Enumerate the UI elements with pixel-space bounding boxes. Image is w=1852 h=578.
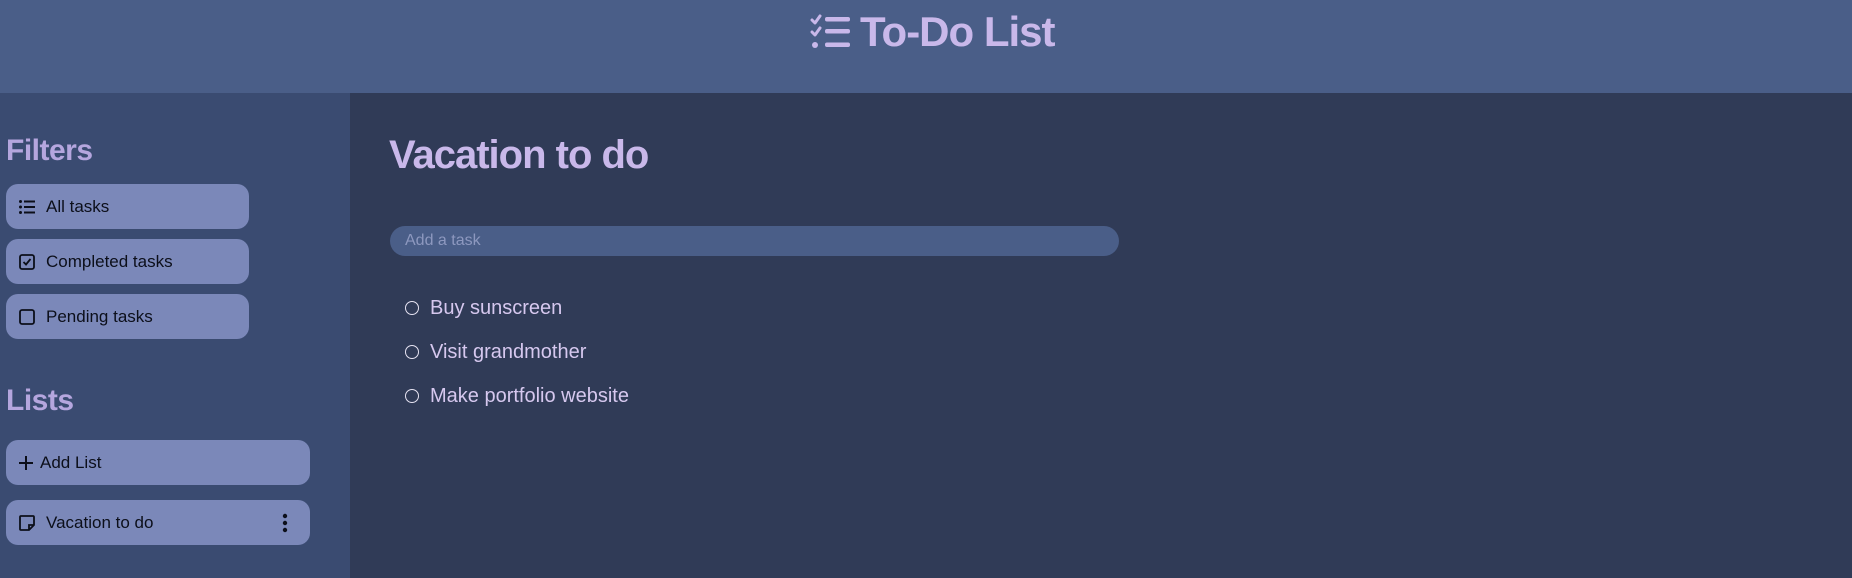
filter-pending-tasks[interactable]: Pending tasks bbox=[6, 294, 249, 339]
empty-square-icon bbox=[19, 308, 35, 325]
list-title: Vacation to do bbox=[389, 133, 649, 177]
kebab-menu-icon[interactable] bbox=[282, 513, 288, 533]
add-list-label: Add List bbox=[40, 452, 102, 472]
lists-heading: Lists bbox=[6, 384, 74, 417]
task-item: Buy sunscreen bbox=[405, 293, 1852, 323]
task-text: Make portfolio website bbox=[430, 384, 629, 407]
app-title: To-Do List bbox=[860, 8, 1056, 55]
filter-completed-tasks[interactable]: Completed tasks bbox=[6, 239, 249, 284]
main-panel: Vacation to do Buy sunscreen Visit grand… bbox=[350, 93, 1852, 578]
list-item-label: Vacation to do bbox=[46, 512, 154, 532]
task-list-check-icon bbox=[810, 14, 850, 48]
add-list-button[interactable]: Add List bbox=[6, 440, 310, 485]
task-text: Buy sunscreen bbox=[430, 296, 563, 319]
task-checkbox[interactable] bbox=[405, 301, 419, 315]
plus-icon bbox=[19, 455, 33, 470]
add-task-input[interactable] bbox=[390, 226, 1119, 256]
list-icon bbox=[19, 199, 35, 214]
task-checkbox[interactable] bbox=[405, 345, 419, 359]
task-checkbox[interactable] bbox=[405, 389, 419, 403]
filter-label: Pending tasks bbox=[46, 306, 153, 326]
checked-square-icon bbox=[19, 253, 35, 270]
filter-all-tasks[interactable]: All tasks bbox=[6, 184, 249, 229]
note-icon bbox=[19, 514, 35, 531]
filter-label: Completed tasks bbox=[46, 251, 173, 271]
app-header: To-Do List bbox=[0, 0, 1852, 93]
filter-label: All tasks bbox=[46, 196, 110, 216]
sidebar: Filters All tasks Completed tasks Pendin… bbox=[0, 93, 350, 578]
filters-heading: Filters bbox=[6, 134, 93, 167]
task-text: Visit grandmother bbox=[430, 340, 587, 363]
list-item-vacation[interactable]: Vacation to do bbox=[6, 500, 310, 545]
brand: To-Do List bbox=[810, 8, 1056, 55]
task-item: Visit grandmother bbox=[405, 337, 1852, 367]
task-item: Make portfolio website bbox=[405, 381, 1852, 411]
